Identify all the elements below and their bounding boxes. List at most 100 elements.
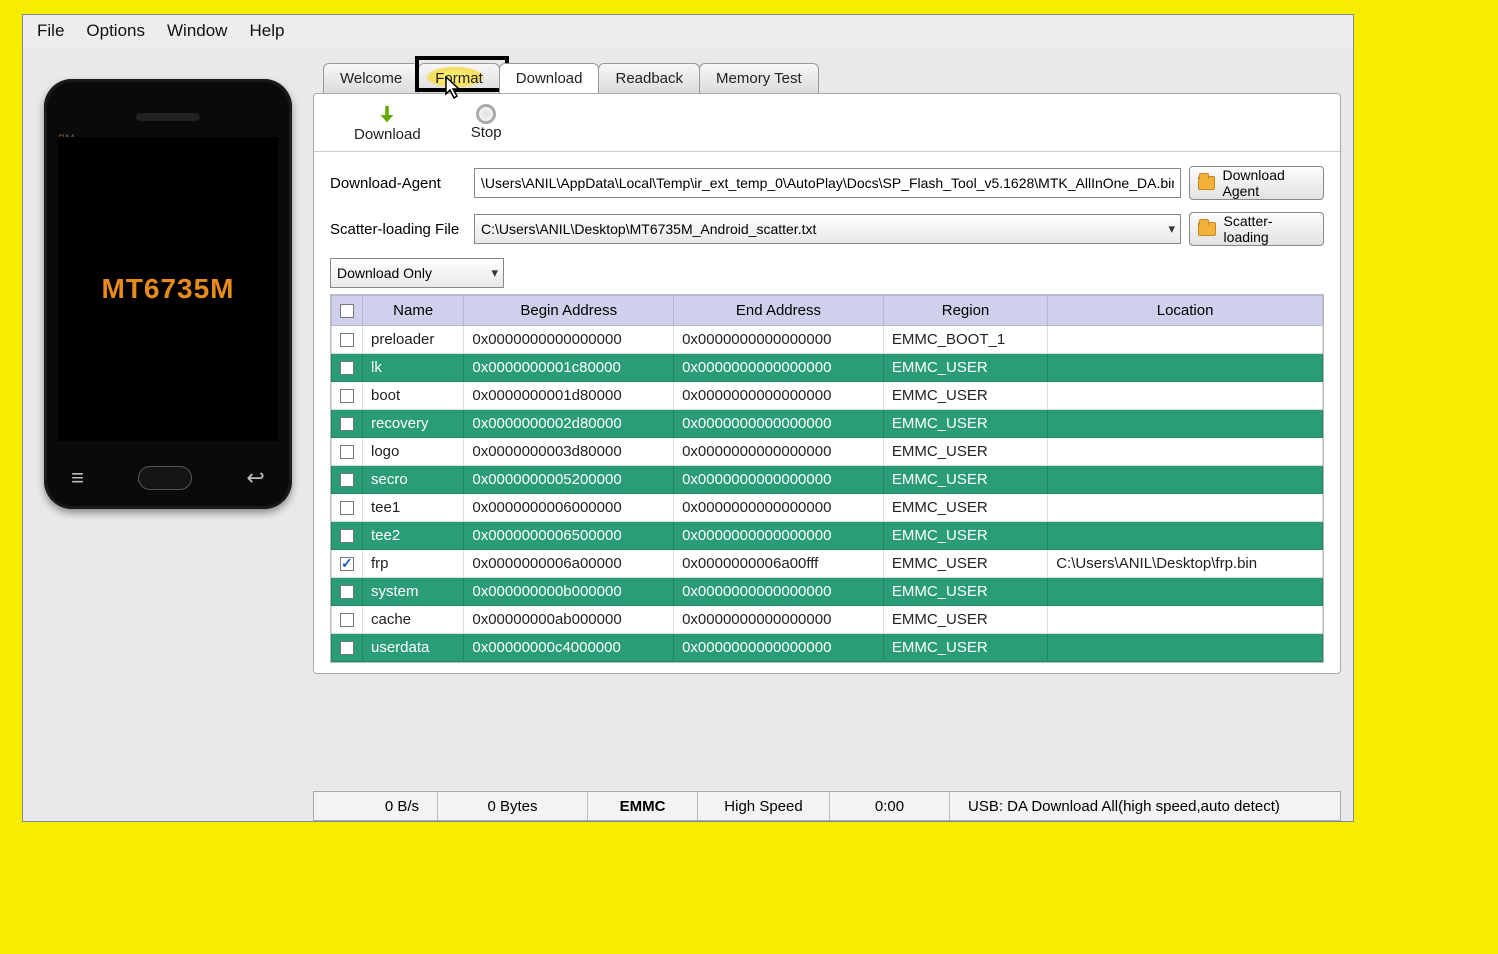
cell-end: 0x0000000000000000 [674, 438, 884, 466]
stop-icon [476, 104, 496, 124]
cell-name: preloader [363, 326, 464, 354]
row-checkbox[interactable] [340, 333, 354, 347]
download-button[interactable]: Download [354, 104, 421, 143]
cell-region: EMMC_USER [883, 522, 1047, 550]
cell-location [1048, 382, 1323, 410]
scatter-loading-button[interactable]: Scatter-loading [1189, 212, 1324, 246]
download-panel: Download Stop Download-Agent Download Ag… [313, 93, 1341, 674]
row-checkbox[interactable] [340, 501, 354, 515]
row-checkbox[interactable] [340, 389, 354, 403]
cell-begin: 0x0000000000000000 [464, 326, 674, 354]
cell-location [1048, 438, 1323, 466]
select-all-checkbox[interactable] [340, 304, 354, 318]
cell-location [1048, 578, 1323, 606]
row-checkbox[interactable] [340, 417, 354, 431]
col-end: End Address [674, 296, 884, 326]
cell-name: system [363, 578, 464, 606]
row-checkbox[interactable] [340, 529, 354, 543]
table-row[interactable]: recovery0x0000000002d800000x000000000000… [332, 410, 1323, 438]
cell-end: 0x0000000000000000 [674, 466, 884, 494]
cell-region: EMMC_USER [883, 550, 1047, 578]
table-row[interactable]: tee10x00000000060000000x0000000000000000… [332, 494, 1323, 522]
cell-name: frp [363, 550, 464, 578]
download-mode-combo[interactable]: Download Only [330, 258, 504, 288]
cell-name: logo [363, 438, 464, 466]
cell-begin: 0x0000000001c80000 [464, 354, 674, 382]
cell-location [1048, 494, 1323, 522]
table-row[interactable]: system0x000000000b0000000x00000000000000… [332, 578, 1323, 606]
row-checkbox[interactable] [340, 613, 354, 627]
cell-region: EMMC_USER [883, 606, 1047, 634]
download-agent-button-label: Download Agent [1223, 167, 1315, 199]
col-name: Name [363, 296, 464, 326]
scatter-file-combo[interactable]: C:\Users\ANIL\Desktop\MT6735M_Android_sc… [474, 214, 1181, 244]
table-row[interactable]: frp0x0000000006a000000x0000000006a00fffE… [332, 550, 1323, 578]
table-row[interactable]: userdata0x00000000c40000000x000000000000… [332, 634, 1323, 662]
cell-end: 0x0000000000000000 [674, 494, 884, 522]
download-button-label: Download [354, 126, 421, 143]
table-row[interactable]: secro0x00000000052000000x000000000000000… [332, 466, 1323, 494]
stop-button[interactable]: Stop [471, 104, 502, 143]
partition-table: Name Begin Address End Address Region Lo… [330, 294, 1324, 663]
menu-help[interactable]: Help [249, 21, 284, 41]
table-row[interactable]: logo0x0000000003d800000x0000000000000000… [332, 438, 1323, 466]
download-agent-button[interactable]: Download Agent [1189, 166, 1324, 200]
tab-format-label: Format [435, 70, 483, 87]
cell-begin: 0x0000000006000000 [464, 494, 674, 522]
cell-name: boot [363, 382, 464, 410]
tab-download[interactable]: Download [499, 63, 600, 93]
tab-readback[interactable]: Readback [598, 63, 700, 93]
cell-location [1048, 410, 1323, 438]
tab-format[interactable]: Format [418, 63, 500, 93]
table-row[interactable]: tee20x00000000065000000x0000000000000000… [332, 522, 1323, 550]
table-row[interactable]: cache0x00000000ab0000000x000000000000000… [332, 606, 1323, 634]
tab-strip: Welcome Format Download Readback Memory … [323, 63, 1353, 93]
cell-end: 0x0000000000000000 [674, 606, 884, 634]
row-checkbox[interactable] [340, 585, 354, 599]
menubar: File Options Window Help [23, 15, 1353, 47]
home-button-icon [138, 466, 192, 490]
cell-end: 0x0000000000000000 [674, 634, 884, 662]
status-storage: EMMC [588, 792, 698, 820]
status-speed: High Speed [698, 792, 830, 820]
cell-region: EMMC_USER [883, 634, 1047, 662]
row-checkbox[interactable] [340, 557, 354, 571]
row-checkbox[interactable] [340, 361, 354, 375]
cell-end: 0x0000000000000000 [674, 382, 884, 410]
cell-name: lk [363, 354, 464, 382]
cell-region: EMMC_USER [883, 466, 1047, 494]
cell-name: recovery [363, 410, 464, 438]
cell-location: C:\Users\ANIL\Desktop\frp.bin [1048, 550, 1323, 578]
menu-options[interactable]: Options [86, 21, 145, 41]
tab-memory-test[interactable]: Memory Test [699, 63, 819, 93]
row-checkbox[interactable] [340, 445, 354, 459]
tab-welcome[interactable]: Welcome [323, 63, 419, 93]
table-row[interactable]: boot0x0000000001d800000x0000000000000000… [332, 382, 1323, 410]
table-row[interactable]: lk0x0000000001c800000x0000000000000000EM… [332, 354, 1323, 382]
cell-region: EMMC_USER [883, 410, 1047, 438]
cell-begin: 0x0000000002d80000 [464, 410, 674, 438]
cell-end: 0x0000000000000000 [674, 578, 884, 606]
menu-file[interactable]: File [37, 21, 64, 41]
status-rate: 0 B/s [314, 792, 438, 820]
download-agent-label: Download-Agent [330, 175, 466, 192]
cell-region: EMMC_USER [883, 382, 1047, 410]
cell-begin: 0x0000000005200000 [464, 466, 674, 494]
stop-button-label: Stop [471, 124, 502, 141]
cell-name: tee1 [363, 494, 464, 522]
cell-end: 0x0000000000000000 [674, 410, 884, 438]
cell-begin: 0x0000000006a00000 [464, 550, 674, 578]
cell-region: EMMC_USER [883, 354, 1047, 382]
cell-location [1048, 466, 1323, 494]
cell-location [1048, 606, 1323, 634]
col-location: Location [1048, 296, 1323, 326]
row-checkbox[interactable] [340, 473, 354, 487]
scatter-file-label: Scatter-loading File [330, 221, 466, 238]
download-agent-input[interactable] [474, 168, 1181, 198]
table-row[interactable]: preloader0x00000000000000000x00000000000… [332, 326, 1323, 354]
menu-softkey-icon: ≡ [71, 465, 84, 491]
row-checkbox[interactable] [340, 641, 354, 655]
app-window: File Options Window Help BM MT6735M ≡ ↩ … [22, 14, 1354, 822]
menu-window[interactable]: Window [167, 21, 227, 41]
status-bar: 0 B/s 0 Bytes EMMC High Speed 0:00 USB: … [313, 791, 1341, 821]
